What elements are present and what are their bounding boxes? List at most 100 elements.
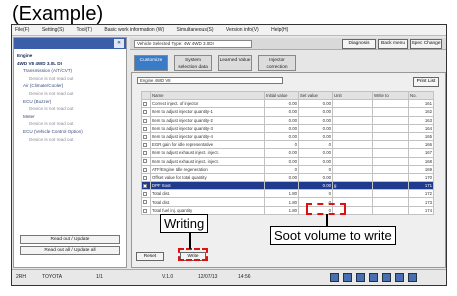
row-set-value[interactable]: 0.00: [298, 131, 333, 142]
row-checkbox[interactable]: [141, 205, 151, 215]
menu-simultaneous[interactable]: Simultaneous(S): [174, 27, 214, 33]
tree-item[interactable]: Transmission (A/T/CVT): [17, 67, 123, 75]
checkbox-icon[interactable]: [143, 167, 147, 172]
menu-tool[interactable]: Tool(T): [73, 27, 92, 33]
tree-item[interactable]: ECU (Buzzer): [17, 98, 123, 106]
row-unit: [332, 156, 373, 166]
collapse-icon[interactable]: «: [114, 39, 124, 48]
row-checkbox[interactable]: [141, 123, 151, 133]
table-row[interactable]: ATF/Engine Idle regeneration 0 0 169: [141, 164, 434, 174]
table-row[interactable]: Item to adjust injector quantity-3 0.00 0.…: [141, 123, 434, 133]
spec-change-button[interactable]: Spec Change: [410, 39, 442, 49]
table-row[interactable]: Correct inject. of injector 0.00 0.00 161: [141, 99, 434, 109]
camera-icon[interactable]: [369, 273, 378, 282]
menu-version-info[interactable]: Version info(V): [223, 27, 259, 33]
readout-update-button[interactable]: Read out / Update: [20, 235, 120, 244]
row-checkbox[interactable]: [141, 172, 151, 183]
col-set-value[interactable]: Set value: [298, 90, 333, 101]
ecu-select[interactable]: Engine 4WD V8: [137, 77, 283, 84]
col-number[interactable]: No.: [408, 90, 434, 101]
reset-button[interactable]: Reset: [136, 252, 164, 261]
checkbox-icon[interactable]: [143, 143, 147, 148]
checkbox-icon[interactable]: [143, 102, 147, 107]
save-icon[interactable]: [356, 273, 365, 282]
checkbox-icon[interactable]: [143, 118, 147, 123]
tab-learned-value[interactable]: Learned Value: [218, 55, 252, 71]
col-initial-value[interactable]: Initial value: [264, 90, 299, 101]
row-checkbox[interactable]: [141, 148, 151, 158]
tree-panel-header: «: [14, 38, 126, 49]
help-icon[interactable]: [382, 273, 391, 282]
row-set-value[interactable]: 0.00: [298, 148, 333, 158]
table-row[interactable]: Item to adjust injector quantity-1 0.00 0.…: [141, 107, 434, 117]
checkbox-icon[interactable]: [143, 208, 147, 213]
exit-icon[interactable]: [408, 273, 417, 282]
col-name[interactable]: Name: [150, 90, 265, 101]
table-row[interactable]: Offset value for total quantity 0.00 0.00 1…: [141, 172, 434, 183]
table-row[interactable]: Item to adjust exhaust inject. inject. 0.…: [141, 156, 434, 166]
menu-setting[interactable]: Setting(S): [39, 27, 64, 33]
row-checkbox[interactable]: [141, 131, 151, 142]
settings-icon[interactable]: [395, 273, 404, 282]
row-checkbox[interactable]: [141, 99, 151, 109]
checkbox-icon[interactable]: [143, 126, 147, 131]
window-icon[interactable]: [330, 273, 339, 282]
table-row[interactable]: Item to adjust injector quantity-4 0.00 0.…: [141, 131, 434, 142]
table-row[interactable]: EGR gain for idle representative 0 0 166: [141, 140, 434, 150]
row-number: 162: [408, 107, 434, 117]
tab-injector-correction[interactable]: Injector correction: [258, 55, 296, 71]
back-menu-button[interactable]: Back menu: [378, 39, 408, 49]
table-row[interactable]: Item to adjust exhaust inject. inject. 0.…: [141, 148, 434, 158]
checkbox-icon[interactable]: [143, 134, 147, 139]
table-row[interactable]: Item to adjust injector quantity-2 0.00 0.…: [141, 115, 434, 125]
row-set-value[interactable]: 0: [298, 189, 333, 199]
checkbox-icon[interactable]: [143, 200, 147, 205]
tab-customize[interactable]: Customize: [134, 55, 168, 71]
table-row[interactable]: DPF Soot 0.00 g 171: [141, 181, 434, 191]
row-set-value[interactable]: 0: [298, 140, 333, 150]
col-write-to[interactable]: Write to: [372, 90, 409, 101]
row-checkbox[interactable]: [141, 197, 151, 207]
writing-callout: Writing: [160, 214, 209, 233]
tab-system-selection[interactable]: System selection data: [174, 55, 212, 71]
tree-item[interactable]: 4WD V8 4WD 3.0L DI: [17, 60, 123, 68]
row-write-to: [372, 172, 409, 183]
menu-basic-work-info[interactable]: Basic work information (W): [101, 27, 164, 33]
row-checkbox[interactable]: [141, 181, 151, 191]
table-row[interactable]: Total dist. 1.80 0 172: [141, 189, 434, 199]
tree-item[interactable]: Engine: [17, 52, 123, 60]
checkbox-icon[interactable]: [143, 110, 147, 115]
checkbox-icon[interactable]: [143, 192, 147, 197]
row-set-value[interactable]: 0.00: [298, 99, 333, 109]
row-initial: 0: [264, 140, 299, 150]
menu-file[interactable]: File(F): [12, 27, 29, 33]
col-unit[interactable]: Unit: [332, 90, 373, 101]
row-initial: 0.00: [264, 107, 299, 117]
tree-item[interactable]: ECU (Vehicle Control Option): [17, 128, 123, 136]
row-set-value[interactable]: 0.00: [298, 172, 333, 183]
diagnosis-button[interactable]: Diagnosis: [342, 39, 376, 49]
checkbox-icon[interactable]: [143, 151, 147, 156]
row-checkbox[interactable]: [141, 107, 151, 117]
checkbox-icon[interactable]: [143, 184, 147, 189]
row-set-value[interactable]: 0.00: [298, 123, 333, 133]
tree-item[interactable]: Meter: [17, 113, 123, 121]
print-list-button[interactable]: Print List: [413, 77, 439, 87]
row-checkbox[interactable]: [141, 189, 151, 199]
row-set-value[interactable]: 0.00: [298, 107, 333, 117]
tree-item[interactable]: Air (Climate/Cooler): [17, 82, 123, 90]
readout-all-button[interactable]: Read out all / Update all: [20, 246, 120, 255]
table-row[interactable]: Total dist. 1.80 0 173: [141, 197, 434, 207]
row-set-value[interactable]: 0.00: [298, 115, 333, 125]
row-checkbox[interactable]: [141, 115, 151, 125]
checkbox-icon[interactable]: [143, 159, 147, 164]
print-icon[interactable]: [343, 273, 352, 282]
row-checkbox[interactable]: [141, 156, 151, 166]
row-checkbox[interactable]: [141, 164, 151, 174]
row-set-value[interactable]: 0.00: [298, 156, 333, 166]
row-set-value[interactable]: 0: [298, 164, 333, 174]
row-set-value[interactable]: 0.00: [298, 181, 333, 191]
checkbox-icon[interactable]: [143, 175, 147, 180]
row-checkbox[interactable]: [141, 140, 151, 150]
menu-help[interactable]: Help(H): [268, 27, 288, 33]
